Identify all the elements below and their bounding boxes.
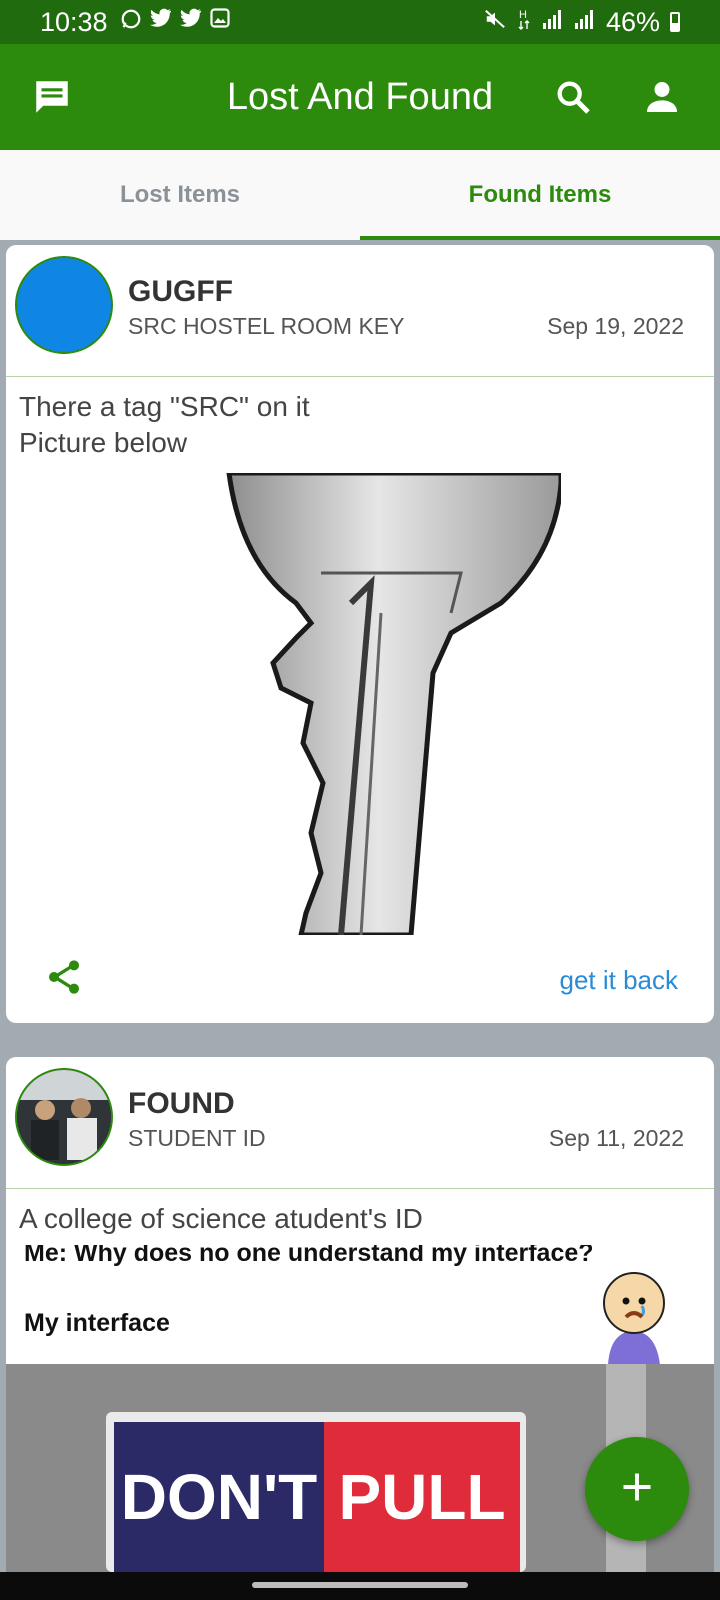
item-description: A college of science atudent's ID [19, 1203, 423, 1234]
share-icon[interactable] [44, 957, 84, 1002]
item-description: There a tag "SRC" on it Picture below [19, 391, 310, 458]
app-title: Lost And Found [226, 75, 494, 118]
avatar [15, 1068, 113, 1166]
item-photo [211, 473, 561, 935]
get-it-back-link[interactable]: get it back [559, 965, 678, 996]
found-item-card[interactable]: GUGFF SRC HOSTEL ROOM KEY Sep 19, 2022 T… [6, 245, 714, 1023]
card-header: GUGFF SRC HOSTEL ROOM KEY Sep 19, 2022 [6, 245, 714, 377]
tab-found-items[interactable]: Found Items [360, 150, 720, 240]
twitter-icon [179, 8, 202, 36]
plus-icon [619, 1469, 655, 1510]
meme-caption: Me: Why does no one understand my interf… [24, 1245, 594, 1267]
avatar [15, 256, 113, 354]
item-name: SRC HOSTEL ROOM KEY [128, 313, 405, 339]
battery-icon [670, 12, 680, 32]
card-footer: get it back [6, 937, 714, 1023]
status-bar: 10:38 H 46% [0, 0, 720, 44]
twitter-icon [149, 8, 172, 36]
post-date: Sep 11, 2022 [548, 1125, 684, 1151]
whatsapp-icon [120, 8, 142, 36]
tab-lost-items[interactable]: Lost Items [0, 150, 360, 240]
card-header: FOUND STUDENT ID Sep 11, 2022 [6, 1057, 714, 1189]
mute-icon [484, 8, 506, 36]
system-nav-bar [0, 1572, 720, 1600]
tab-bar: Lost Items Found Items [0, 150, 720, 240]
network-h-icon: H [516, 8, 532, 36]
poster-name: FOUND [128, 1087, 235, 1120]
battery-percent: 46% [605, 6, 660, 37]
home-indicator[interactable] [252, 1582, 468, 1588]
signal-icon [542, 9, 564, 35]
cartoon-figure [596, 1265, 676, 1370]
add-item-button[interactable] [585, 1437, 689, 1541]
sign-text: DON'T [120, 1461, 318, 1533]
poster-name: GUGFF [128, 275, 233, 308]
search-icon[interactable] [545, 69, 601, 125]
gallery-icon [209, 8, 230, 36]
profile-icon[interactable] [634, 69, 690, 125]
post-date: Sep 19, 2022 [547, 313, 684, 339]
app-bar: Lost And Found [0, 44, 720, 150]
item-name: STUDENT ID [128, 1125, 266, 1151]
meme-caption: My interface [24, 1309, 170, 1337]
svg-text:H: H [519, 9, 527, 21]
signal-icon [574, 9, 596, 35]
sign-text: PULL [338, 1461, 506, 1533]
status-time: 10:38 [40, 6, 108, 37]
